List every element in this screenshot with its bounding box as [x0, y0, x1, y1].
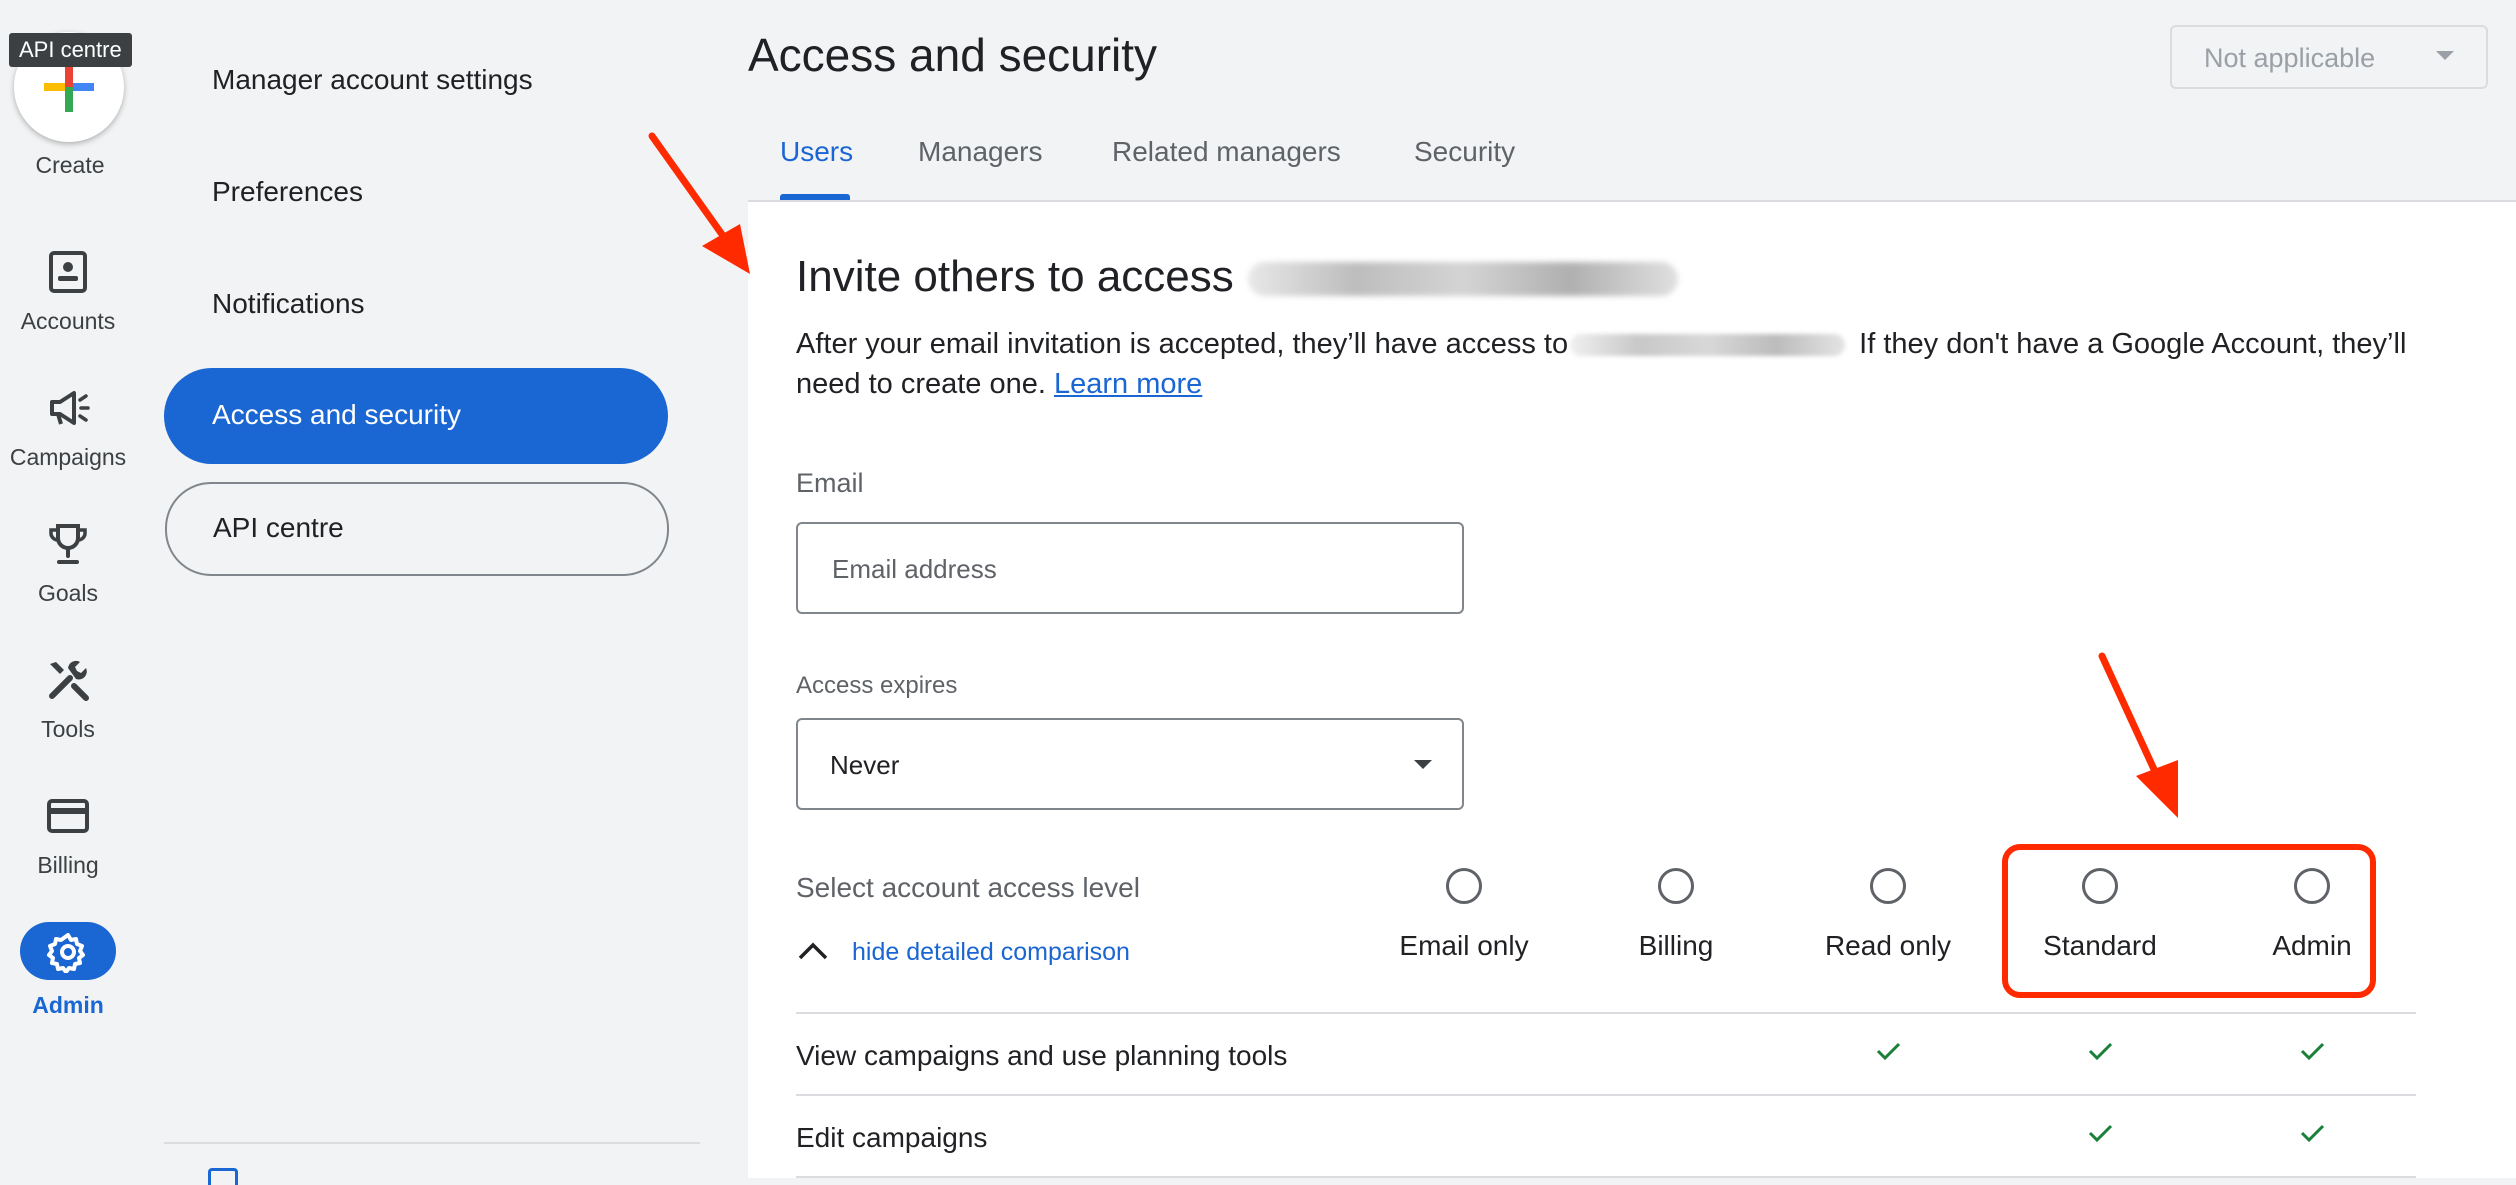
- access-expires-select[interactable]: Never: [796, 718, 1464, 810]
- radio-label: Billing: [1638, 930, 1714, 961]
- radio-label: Email only: [1399, 930, 1529, 961]
- rail-item-billing[interactable]: Billing: [0, 792, 136, 879]
- account-select[interactable]: Not applicable: [2170, 25, 2488, 89]
- tooltip: API centre: [9, 33, 132, 67]
- check-icon: [2088, 1042, 2113, 1061]
- row-divider: [796, 1094, 2416, 1096]
- invite-card: Invite others to access After your email…: [748, 202, 2516, 1178]
- radio-button[interactable]: [1870, 868, 1906, 904]
- access-expires-value: Never: [830, 750, 900, 780]
- account-select-value: Not applicable: [2204, 43, 2376, 73]
- annotation-arrow-icon: [2098, 652, 2178, 818]
- nav-item-label: Access and security: [212, 399, 461, 430]
- campaigns-icon: [50, 391, 90, 425]
- tab-related-managers[interactable]: Related managers: [1112, 136, 1341, 168]
- access-level-read-only[interactable]: Read only: [1782, 868, 1994, 962]
- rail-item-admin[interactable]: Admin: [0, 922, 136, 1019]
- billing-icon: [47, 799, 89, 833]
- radio-button[interactable]: [1658, 868, 1694, 904]
- access-expires-label: Access expires: [796, 672, 958, 699]
- comparison-row-label: Edit campaigns: [796, 1122, 988, 1153]
- tab-security[interactable]: Security: [1414, 136, 1515, 168]
- rail-item-accounts[interactable]: Accounts: [0, 248, 136, 335]
- left-rail: API centre Create Accounts Campaigns Goa…: [0, 0, 160, 1178]
- learn-more-link[interactable]: Learn more: [1054, 368, 1202, 400]
- nav-bottom-icon: [208, 1168, 238, 1185]
- check-icon: [1876, 1042, 1901, 1061]
- nav-item-api-centre[interactable]: API centre: [165, 482, 669, 576]
- nav-divider: [164, 1142, 700, 1144]
- tools-icon: [49, 660, 89, 701]
- annotation-arrow-icon: [648, 132, 750, 274]
- rail-item-goals[interactable]: Goals: [0, 520, 136, 607]
- tab-users[interactable]: Users: [780, 136, 853, 168]
- check-icon: [2088, 1124, 2113, 1143]
- annotation-highlight-box: [2002, 844, 2376, 998]
- access-level-email-only[interactable]: Email only: [1358, 868, 1570, 962]
- rail-item-label: Goals: [37, 580, 99, 606]
- chevron-down-icon: [1414, 760, 1432, 769]
- radio-label: Read only: [1824, 930, 1952, 961]
- invite-title: Invite others to access: [796, 252, 1234, 301]
- nav-item-notifications[interactable]: Notifications: [212, 288, 365, 320]
- check-icon: [2300, 1042, 2325, 1061]
- rail-item-label: Accounts: [20, 308, 116, 334]
- redacted-text: [1570, 334, 1846, 357]
- rail-item-tools[interactable]: Tools: [0, 656, 136, 743]
- email-label: Email: [796, 468, 864, 498]
- row-divider: [796, 1012, 2416, 1014]
- create-label: Create: [35, 152, 105, 178]
- rail-item-label: Billing: [37, 852, 99, 878]
- redacted-account-name: [1248, 262, 1678, 296]
- accounts-icon: [49, 251, 87, 293]
- page-title: Access and security: [748, 29, 1158, 81]
- admin-gear-icon: [47, 933, 85, 973]
- admin-pill: [20, 922, 116, 980]
- nav-item-label: API centre: [213, 512, 344, 543]
- tab-managers[interactable]: Managers: [918, 136, 1043, 168]
- email-field-wrapper: [796, 522, 1464, 614]
- goals-icon: [49, 524, 87, 564]
- chevron-up-icon: [798, 942, 828, 960]
- nav-item-preferences[interactable]: Preferences: [212, 176, 363, 208]
- access-level-billing[interactable]: Billing: [1570, 868, 1782, 962]
- nav-item-manager-account-settings[interactable]: Manager account settings: [212, 64, 533, 96]
- rail-item-label: Tools: [41, 716, 95, 742]
- comparison-row-label: View campaigns and use planning tools: [796, 1040, 1288, 1071]
- email-field[interactable]: [830, 550, 1434, 588]
- rail-item-label: Campaigns: [9, 444, 127, 470]
- chevron-down-icon: [2436, 51, 2454, 60]
- invite-description: After your email invitation is accepted,…: [796, 328, 2407, 400]
- check-icon: [2300, 1124, 2325, 1143]
- radio-button[interactable]: [1446, 868, 1482, 904]
- rail-item-label: Admin: [32, 992, 104, 1018]
- nav-item-access-and-security[interactable]: Access and security: [164, 368, 668, 464]
- access-level-label: Select account access level: [796, 872, 1140, 903]
- rail-item-campaigns[interactable]: Campaigns: [0, 384, 136, 471]
